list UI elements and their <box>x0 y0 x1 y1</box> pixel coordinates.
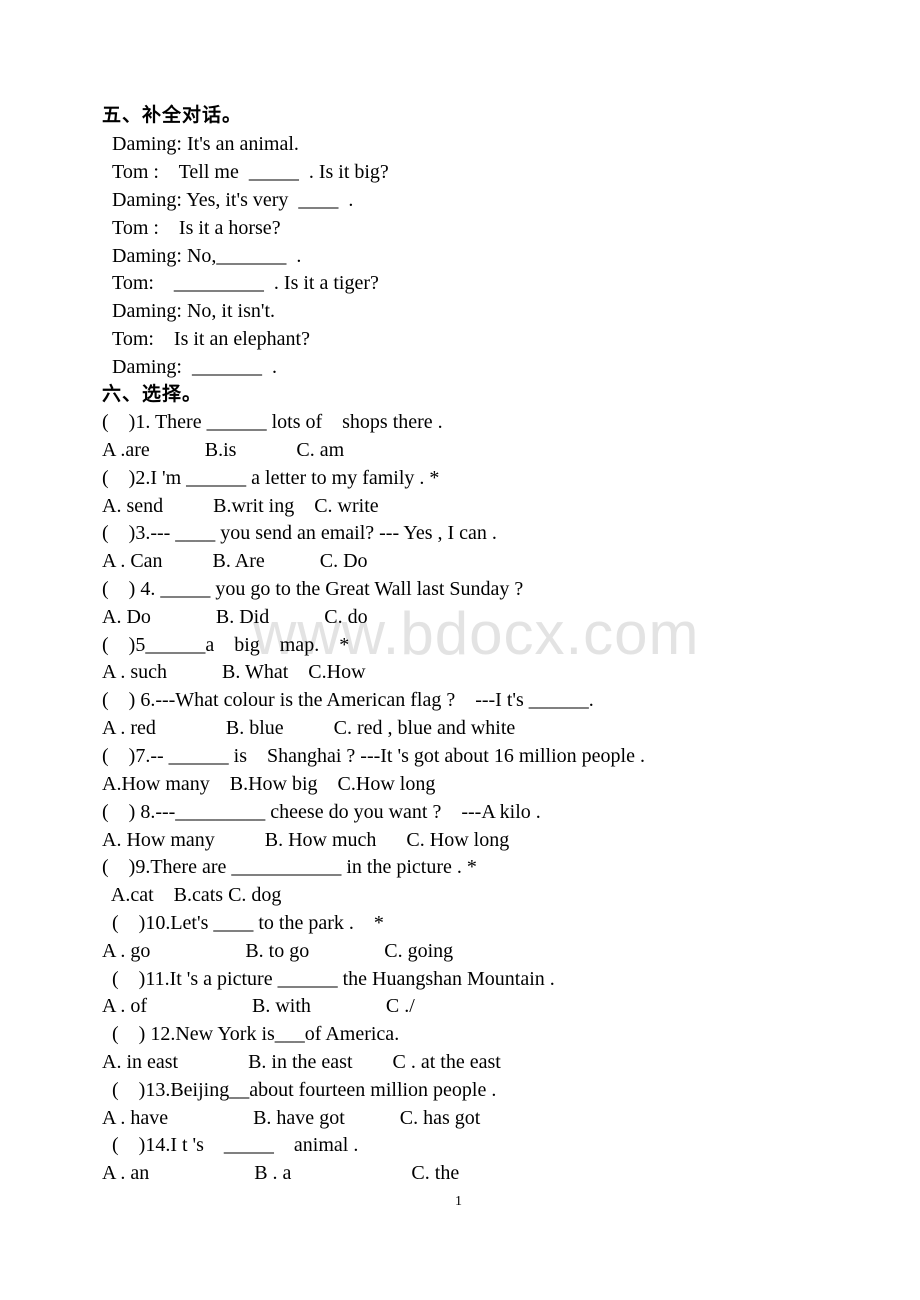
dialogue-line: Daming: No,_______ . <box>112 245 302 267</box>
question-stem: ( ) 12.New York is___of America. <box>102 1023 400 1045</box>
question-options: A . Can B. Are C. Do <box>102 550 368 572</box>
question-options: A.cat B.cats C. dog <box>102 884 282 906</box>
dialogue-line: Tom: Is it an elephant? <box>112 328 310 350</box>
section-5-heading: 五、补全对话。 <box>102 104 243 126</box>
question-stem: ( )1. There ______ lots of shops there . <box>102 411 443 433</box>
question-options: A. in east B. in the east C . at the eas… <box>102 1051 501 1073</box>
question-stem: ( ) 6.---What colour is the American fla… <box>102 689 594 711</box>
question-stem: ( )13.Beijing__about fourteen million pe… <box>102 1079 497 1101</box>
dialogue-line: Daming: It's an animal. <box>112 133 299 155</box>
question-stem: ( )3.--- ____ you send an email? --- Yes… <box>102 522 497 544</box>
question-stem: ( )14.I t 's _____ animal . <box>102 1134 359 1156</box>
question-options: A . go B. to go C. going <box>102 940 454 962</box>
question-options: A . of B. with C ./ <box>102 995 415 1017</box>
question-stem: ( ) 8.---_________ cheese do you want ? … <box>102 801 541 823</box>
question-stem: ( )5______a big map. * <box>102 634 350 656</box>
page-number: 1 <box>455 1194 462 1209</box>
question-options: A.How many B.How big C.How long <box>102 773 436 795</box>
dialogue-line: Tom : Tell me _____ . Is it big? <box>112 161 389 183</box>
question-options: A. How many B. How much C. How long <box>102 829 510 851</box>
question-options: A . red B. blue C. red , blue and white <box>102 717 516 739</box>
section-6-heading: 六、选择。 <box>102 383 203 405</box>
question-options: A .are B.is C. am <box>102 439 345 461</box>
question-options: A. send B.writ ing C. write <box>102 495 379 517</box>
question-options: A. Do B. Did C. do <box>102 606 368 628</box>
dialogue-line: Tom : Is it a horse? <box>112 217 281 239</box>
dialogue-line: Tom: _________ . Is it a tiger? <box>112 272 379 294</box>
question-options: A . such B. What C.How <box>102 661 366 683</box>
dialogue-line: Daming: No, it isn't. <box>112 300 276 322</box>
question-options: A . have B. have got C. has got <box>102 1107 481 1129</box>
question-stem: ( )10.Let's ____ to the park . * <box>102 912 384 934</box>
question-stem: ( )11.It 's a picture ______ the Huangsh… <box>102 968 555 990</box>
dialogue-line: Daming: _______ . <box>112 356 277 378</box>
question-stem: ( )9.There are ___________ in the pictur… <box>102 856 477 878</box>
question-stem: ( ) 4. _____ you go to the Great Wall la… <box>102 578 524 600</box>
question-options: A . an B . a C. the <box>102 1162 460 1184</box>
document-page: www.bdocx.com 五、补全对话。 Daming: It's an an… <box>0 0 920 1300</box>
dialogue-line: Daming: Yes, it's very ____ . <box>112 189 354 211</box>
question-stem: ( )7.-- ______ is Shanghai ? ---It 's go… <box>102 745 645 767</box>
question-stem: ( )2.I 'm ______ a letter to my family .… <box>102 467 440 489</box>
